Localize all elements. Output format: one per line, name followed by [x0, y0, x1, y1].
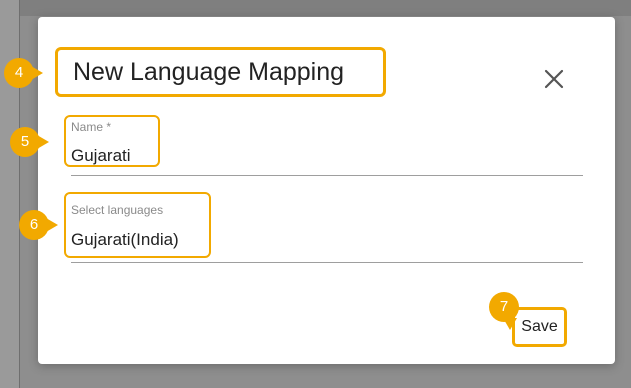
- callout-badge-5: 5: [10, 127, 49, 157]
- callout-badge-6: 6: [19, 210, 58, 240]
- name-field-underline: [71, 175, 583, 176]
- dialog-title: New Language Mapping: [55, 47, 386, 97]
- select-languages-value[interactable]: Gujarati(India): [71, 230, 179, 250]
- callout-badge-7: 7: [489, 292, 519, 330]
- name-field-value[interactable]: Gujarati: [71, 146, 131, 166]
- close-icon[interactable]: [540, 65, 568, 93]
- select-languages-label: Select languages: [71, 203, 164, 217]
- background-header: [0, 0, 631, 16]
- save-button[interactable]: Save: [512, 307, 567, 347]
- select-languages-underline: [71, 262, 583, 263]
- callout-badge-4: 4: [4, 58, 43, 88]
- new-language-mapping-dialog: New Language Mapping Name * Gujarati Sel…: [38, 17, 615, 364]
- name-field-label: Name *: [71, 120, 112, 134]
